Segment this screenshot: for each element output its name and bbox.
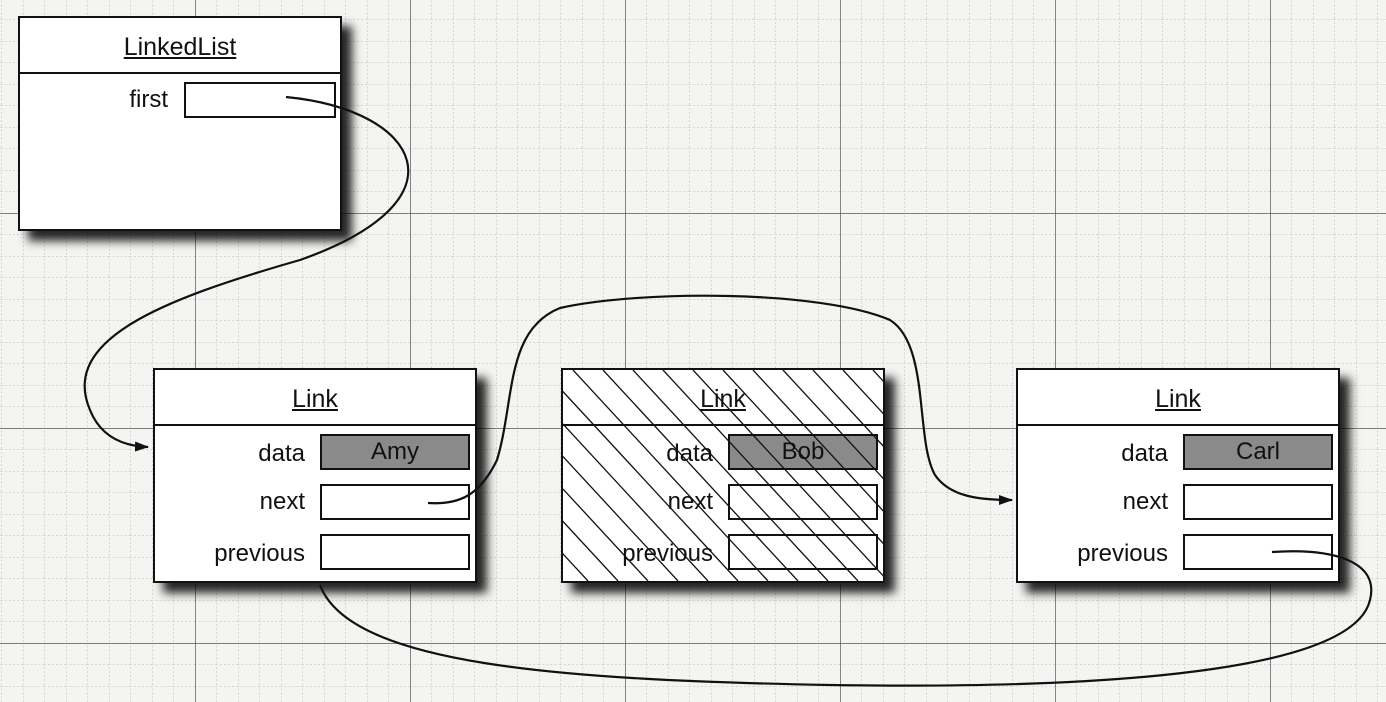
pointer-arrows (83, 95, 1373, 687)
arrow-first-to-amy (83, 95, 410, 452)
arrow-amy-next-to-carl (427, 294, 1013, 505)
arrow-carl-previous-to-amy (318, 550, 1373, 687)
